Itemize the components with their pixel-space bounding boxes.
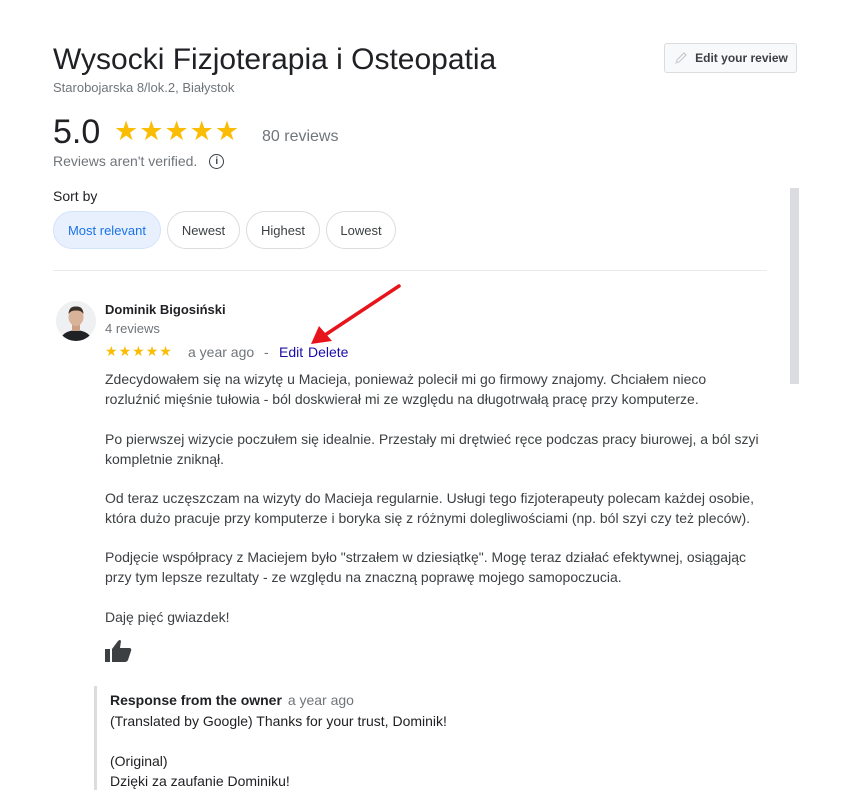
thumbs-up-icon[interactable] — [105, 639, 132, 663]
owner-response-translated: (Translated by Google) Thanks for your t… — [110, 713, 447, 729]
review-paragraph: Podjęcie współpracy z Maciejem było "str… — [105, 549, 746, 585]
sort-chip-lowest[interactable]: Lowest — [326, 211, 396, 249]
owner-response-original-text: Dzięki za zaufanie Dominiku! — [110, 773, 290, 789]
avatar-image — [56, 301, 96, 341]
not-verified-notice: Reviews aren't verified. i — [53, 153, 225, 169]
info-icon[interactable]: i — [209, 153, 225, 169]
star-icon: ★ — [118, 343, 132, 359]
owner-response-date: a year ago — [287, 692, 354, 708]
red-arrow-annotation — [311, 284, 401, 344]
edit-your-review-label: Edit your review — [695, 51, 788, 65]
star-icon: ★ — [164, 116, 189, 146]
sort-chip-most-relevant[interactable]: Most relevant — [53, 211, 161, 249]
sort-label: Sort by — [53, 188, 98, 204]
star-icon: ★ — [214, 116, 240, 146]
review-paragraph: Zdecydowałem się na wizytę u Macieja, po… — [105, 371, 707, 407]
reviews-count: 80 reviews — [262, 128, 339, 145]
star-icon: ★ — [145, 343, 159, 359]
star-icon: ★ — [105, 343, 118, 359]
sort-chip-highest[interactable]: Highest — [246, 211, 320, 249]
review-paragraph: Od teraz uczęszczam na wizyty do Macieja… — [105, 490, 754, 526]
not-verified-text: Reviews aren't verified. — [53, 153, 198, 169]
review-paragraph: Po pierwszej wizycie poczułem się idealn… — [105, 431, 759, 467]
separator: - — [264, 344, 269, 360]
owner-response-original-label: (Original) — [110, 753, 168, 769]
reviewer-review-count: 4 reviews — [105, 321, 160, 336]
rating-score: 5.0 — [53, 113, 101, 151]
review-date: a year ago — [188, 344, 255, 360]
owner-response-bar — [94, 686, 97, 790]
avatar[interactable] — [56, 301, 96, 341]
star-icon: ★ — [139, 116, 164, 146]
business-title: Wysocki Fizjoterapia i Osteopatia — [53, 43, 497, 76]
star-icon: ★ — [189, 116, 214, 146]
review-paragraph: Daję pięć gwiazdek! — [105, 609, 230, 625]
edit-your-review-button[interactable]: Edit your review — [664, 43, 797, 73]
business-address: Starobojarska 8/lok.2, Białystok — [53, 80, 235, 95]
reviewer-name[interactable]: Dominik Bigosiński — [105, 302, 226, 317]
scrollbar[interactable] — [790, 188, 799, 384]
owner-response-heading: Response from the owner a year ago — [110, 692, 354, 708]
sort-chip-newest[interactable]: Newest — [167, 211, 240, 249]
divider — [53, 270, 767, 271]
star-icon: ★ — [114, 116, 139, 146]
star-icon: ★ — [159, 343, 172, 359]
pencil-icon — [675, 52, 687, 64]
owner-response-title: Response from the owner — [110, 692, 282, 708]
star-icon: ★ — [132, 343, 145, 359]
review-stars: ★ ★ ★ ★ ★ — [105, 343, 172, 359]
rating-stars: ★ ★ ★ ★ ★ — [114, 117, 239, 145]
